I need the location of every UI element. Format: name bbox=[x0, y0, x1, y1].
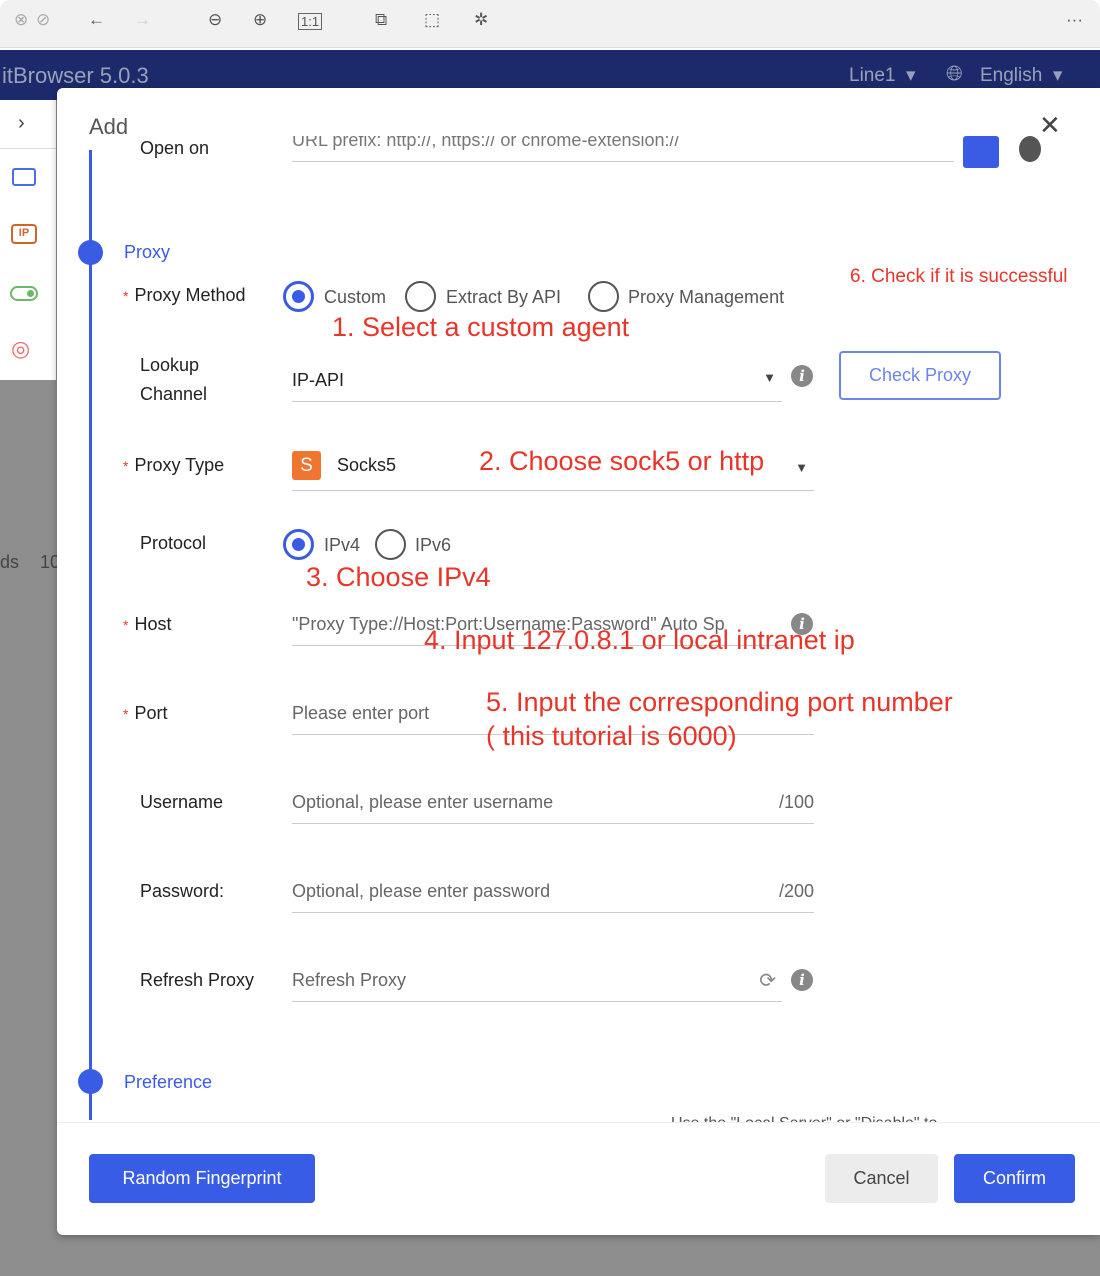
sidebar: › IP ◎ bbox=[0, 100, 56, 380]
port-label: * Port bbox=[123, 703, 168, 723]
annotation: 3. Choose IPv4 bbox=[306, 562, 491, 592]
open-on-input[interactable]: URL prefix: http://, https:// or chrome-… bbox=[292, 136, 954, 162]
proxy-type-label: * Proxy Type bbox=[123, 455, 225, 475]
zoom-out-icon[interactable]: ⊖ bbox=[208, 10, 222, 30]
language-select[interactable]: English ▾ bbox=[980, 64, 1062, 87]
timeline bbox=[89, 150, 92, 1120]
timeline-dot bbox=[78, 240, 103, 265]
annotation: 1. Select a custom agent bbox=[332, 312, 630, 342]
footer-divider bbox=[57, 1122, 1100, 1123]
magic-wand-icon[interactable]: ✲ bbox=[474, 10, 488, 30]
profiles-icon[interactable] bbox=[12, 168, 36, 186]
radio-label: Extract By API bbox=[446, 287, 562, 307]
forward-icon[interactable]: → bbox=[134, 10, 151, 30]
radio-label: Proxy Management bbox=[628, 287, 785, 307]
check-proxy-button[interactable]: Check Proxy bbox=[839, 351, 1001, 400]
expand-icon[interactable]: › bbox=[18, 112, 25, 135]
radio-extract-by-api[interactable] bbox=[405, 281, 436, 312]
ip-icon[interactable]: IP bbox=[11, 224, 37, 244]
info-icon: i bbox=[791, 365, 813, 387]
app-title: itBrowser 5.0.3 bbox=[2, 63, 149, 88]
annotation: 2. Choose sock5 or http bbox=[479, 446, 765, 476]
back-icon[interactable]: ← bbox=[88, 10, 105, 30]
radio-label: Custom bbox=[324, 287, 387, 307]
background-text: ds bbox=[0, 552, 20, 572]
info-icon bbox=[1019, 136, 1041, 162]
minimize-icon[interactable]: ⊘ bbox=[36, 10, 50, 30]
host-label: * Host bbox=[123, 614, 172, 634]
actual-size-icon[interactable]: 1:1 bbox=[298, 13, 323, 30]
radio-ipv4[interactable] bbox=[283, 529, 314, 560]
section-preference: Preference bbox=[124, 1072, 213, 1092]
more-icon[interactable]: ··· bbox=[1066, 10, 1083, 30]
username-input[interactable]: Optional, please enter username/100 bbox=[292, 784, 814, 824]
close-window-icon[interactable]: ⊗ bbox=[14, 10, 28, 30]
open-on-label: Open on bbox=[140, 138, 210, 158]
info-icon: i bbox=[791, 969, 813, 991]
browser-toolbar: ⊗ ⊘ ← → ⊖ ⊕ 1:1 ⧉ ⬚ ✲ ··· bbox=[0, 0, 1100, 48]
annotation: 6. Check if it is successful bbox=[850, 266, 1068, 287]
translate-icon[interactable]: ⧉ bbox=[375, 10, 387, 30]
password-label: Password: bbox=[140, 881, 225, 901]
toggle-icon[interactable] bbox=[10, 286, 38, 301]
globe-icon: 🌐︎ bbox=[946, 62, 963, 85]
refresh-proxy-label: Refresh Proxy bbox=[140, 970, 255, 990]
radio-ipv6[interactable] bbox=[375, 529, 406, 560]
confirm-button[interactable]: Confirm bbox=[954, 1154, 1075, 1203]
lookup-channel-label: Lookup Channel bbox=[140, 355, 208, 404]
refresh-proxy-input[interactable]: Refresh Proxy ⟳ bbox=[292, 962, 782, 1002]
radio-custom[interactable] bbox=[283, 281, 314, 312]
rotate-icon[interactable]: ⬚ bbox=[424, 10, 440, 30]
radio-label: IPv4 bbox=[324, 535, 361, 555]
fingerprint-icon[interactable]: ◎ bbox=[11, 336, 30, 362]
cancel-button[interactable]: Cancel bbox=[825, 1154, 938, 1203]
add-url-button[interactable] bbox=[963, 136, 999, 168]
protocol-label: Protocol bbox=[140, 533, 207, 553]
lookup-channel-select[interactable]: IP-API ▼ bbox=[292, 362, 782, 402]
annotation: 5. Input the corresponding port number bbox=[486, 687, 953, 717]
username-label: Username bbox=[140, 792, 224, 812]
proxy-method-label: * Proxy Method bbox=[123, 285, 246, 305]
timeline-dot bbox=[78, 1069, 103, 1094]
preference-hint: Use the "Local Server" or "Disable" to bbox=[671, 1110, 937, 1122]
password-input[interactable]: Optional, please enter password/200 bbox=[292, 873, 814, 913]
random-fingerprint-button[interactable]: Random Fingerprint bbox=[89, 1154, 315, 1203]
section-proxy: Proxy bbox=[124, 242, 171, 262]
add-dialog: Add ✕ Open on URL prefix: http://, https… bbox=[57, 88, 1100, 1235]
radio-label: IPv6 bbox=[415, 535, 452, 555]
annotation: 4. Input 127.0.8.1 or local intranet ip bbox=[424, 625, 855, 655]
annotation: ( this tutorial is 6000) bbox=[486, 721, 737, 751]
line-select[interactable]: Line1 ▾ bbox=[849, 64, 916, 87]
refresh-icon[interactable]: ⟳ bbox=[759, 968, 776, 993]
radio-proxy-management[interactable] bbox=[588, 281, 619, 312]
zoom-in-icon[interactable]: ⊕ bbox=[253, 10, 267, 30]
socks5-icon: S bbox=[292, 451, 321, 480]
